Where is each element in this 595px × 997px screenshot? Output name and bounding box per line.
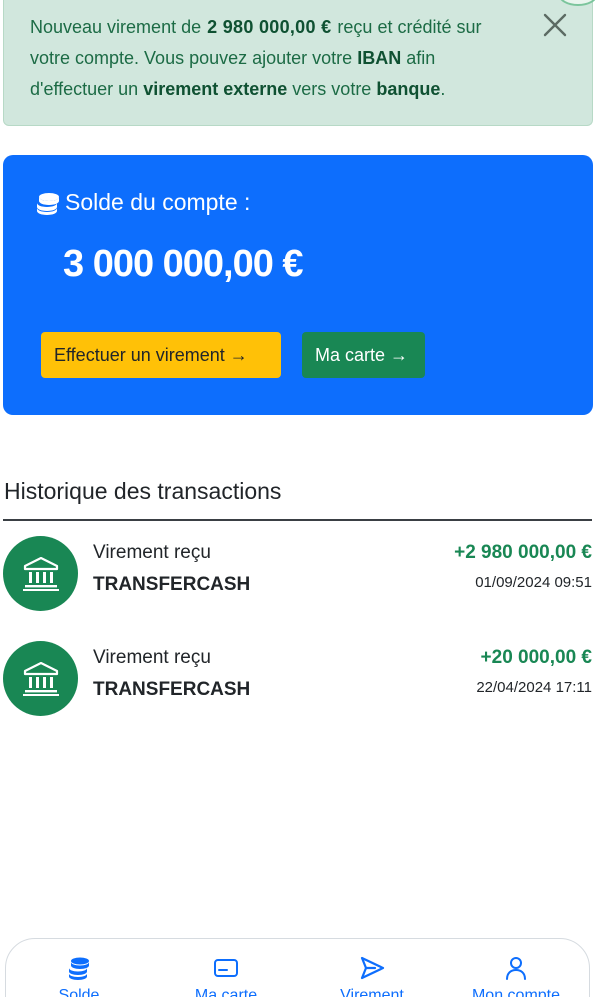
bank-icon [22, 661, 59, 696]
notice-text-4: vers votre [292, 79, 372, 99]
make-transfer-button[interactable]: Effectuer un virement → [41, 332, 281, 378]
history-divider [3, 519, 592, 521]
card-icon [214, 959, 238, 977]
coins-icon [69, 957, 89, 980]
notice-text-1: Nouveau virement de [30, 17, 202, 37]
transaction-amount: +2 980 000,00 € [454, 542, 592, 563]
bottom-navigation: Solde Ma carte Virement Mon compte [5, 938, 590, 997]
user-icon [506, 957, 526, 980]
history-title: Historique des transactions [4, 478, 282, 504]
send-icon [360, 956, 385, 980]
bank-icon-circle [3, 536, 78, 611]
corner-decoration [558, 0, 595, 6]
transaction-type: Virement reçu [93, 647, 211, 668]
transfer-notification: Nouveau virement de 2 980 000,00 € reçu et… [3, 0, 595, 126]
notice-text-5: . [440, 79, 446, 99]
notice-external: virement externe [143, 79, 288, 99]
transaction-date: 01/09/2024 09:51 [475, 574, 592, 591]
transaction-name: TRANSFERCASH [93, 574, 251, 595]
coins-icon [37, 192, 59, 215]
nav-label-transfer: Virement [340, 987, 404, 997]
transaction-amount: +20 000,00 € [480, 647, 592, 668]
transaction-row[interactable]: Virement reçu TRANSFERCASH +2 980 000,00… [0, 536, 595, 616]
nav-label-account: Mon compte [471, 987, 561, 997]
nav-label-balance: Solde [58, 987, 100, 997]
close-notification-button[interactable] [542, 12, 568, 38]
my-card-button[interactable]: Ma carte → [302, 332, 425, 378]
nav-label-card: Ma carte [194, 987, 258, 997]
balance-card: Solde du compte : 3 000 000,00 € Effectu… [3, 155, 593, 415]
notice-amount: 2 980 000,00 € [207, 17, 332, 37]
balance-label: Solde du compte : [35, 189, 250, 216]
bank-icon [22, 556, 59, 591]
nav-item-account[interactable]: Mon compte [446, 939, 586, 997]
close-icon [543, 13, 567, 37]
notice-iban: IBAN [357, 48, 402, 68]
transaction-type: Virement reçu [93, 542, 211, 563]
transaction-row[interactable]: Virement reçu TRANSFERCASH +20 000,00 € … [0, 641, 595, 721]
balance-amount: 3 000 000,00 € [63, 243, 304, 285]
transaction-date: 22/04/2024 17:11 [476, 679, 592, 696]
transaction-name: TRANSFERCASH [93, 679, 251, 700]
balance-label-text: Solde du compte : [65, 189, 251, 215]
nav-item-transfer[interactable]: Virement [302, 939, 442, 997]
bank-icon-circle [3, 641, 78, 716]
notice-bank: banque [376, 79, 441, 99]
nav-item-balance[interactable]: Solde [9, 939, 149, 997]
nav-item-card[interactable]: Ma carte [156, 939, 296, 997]
